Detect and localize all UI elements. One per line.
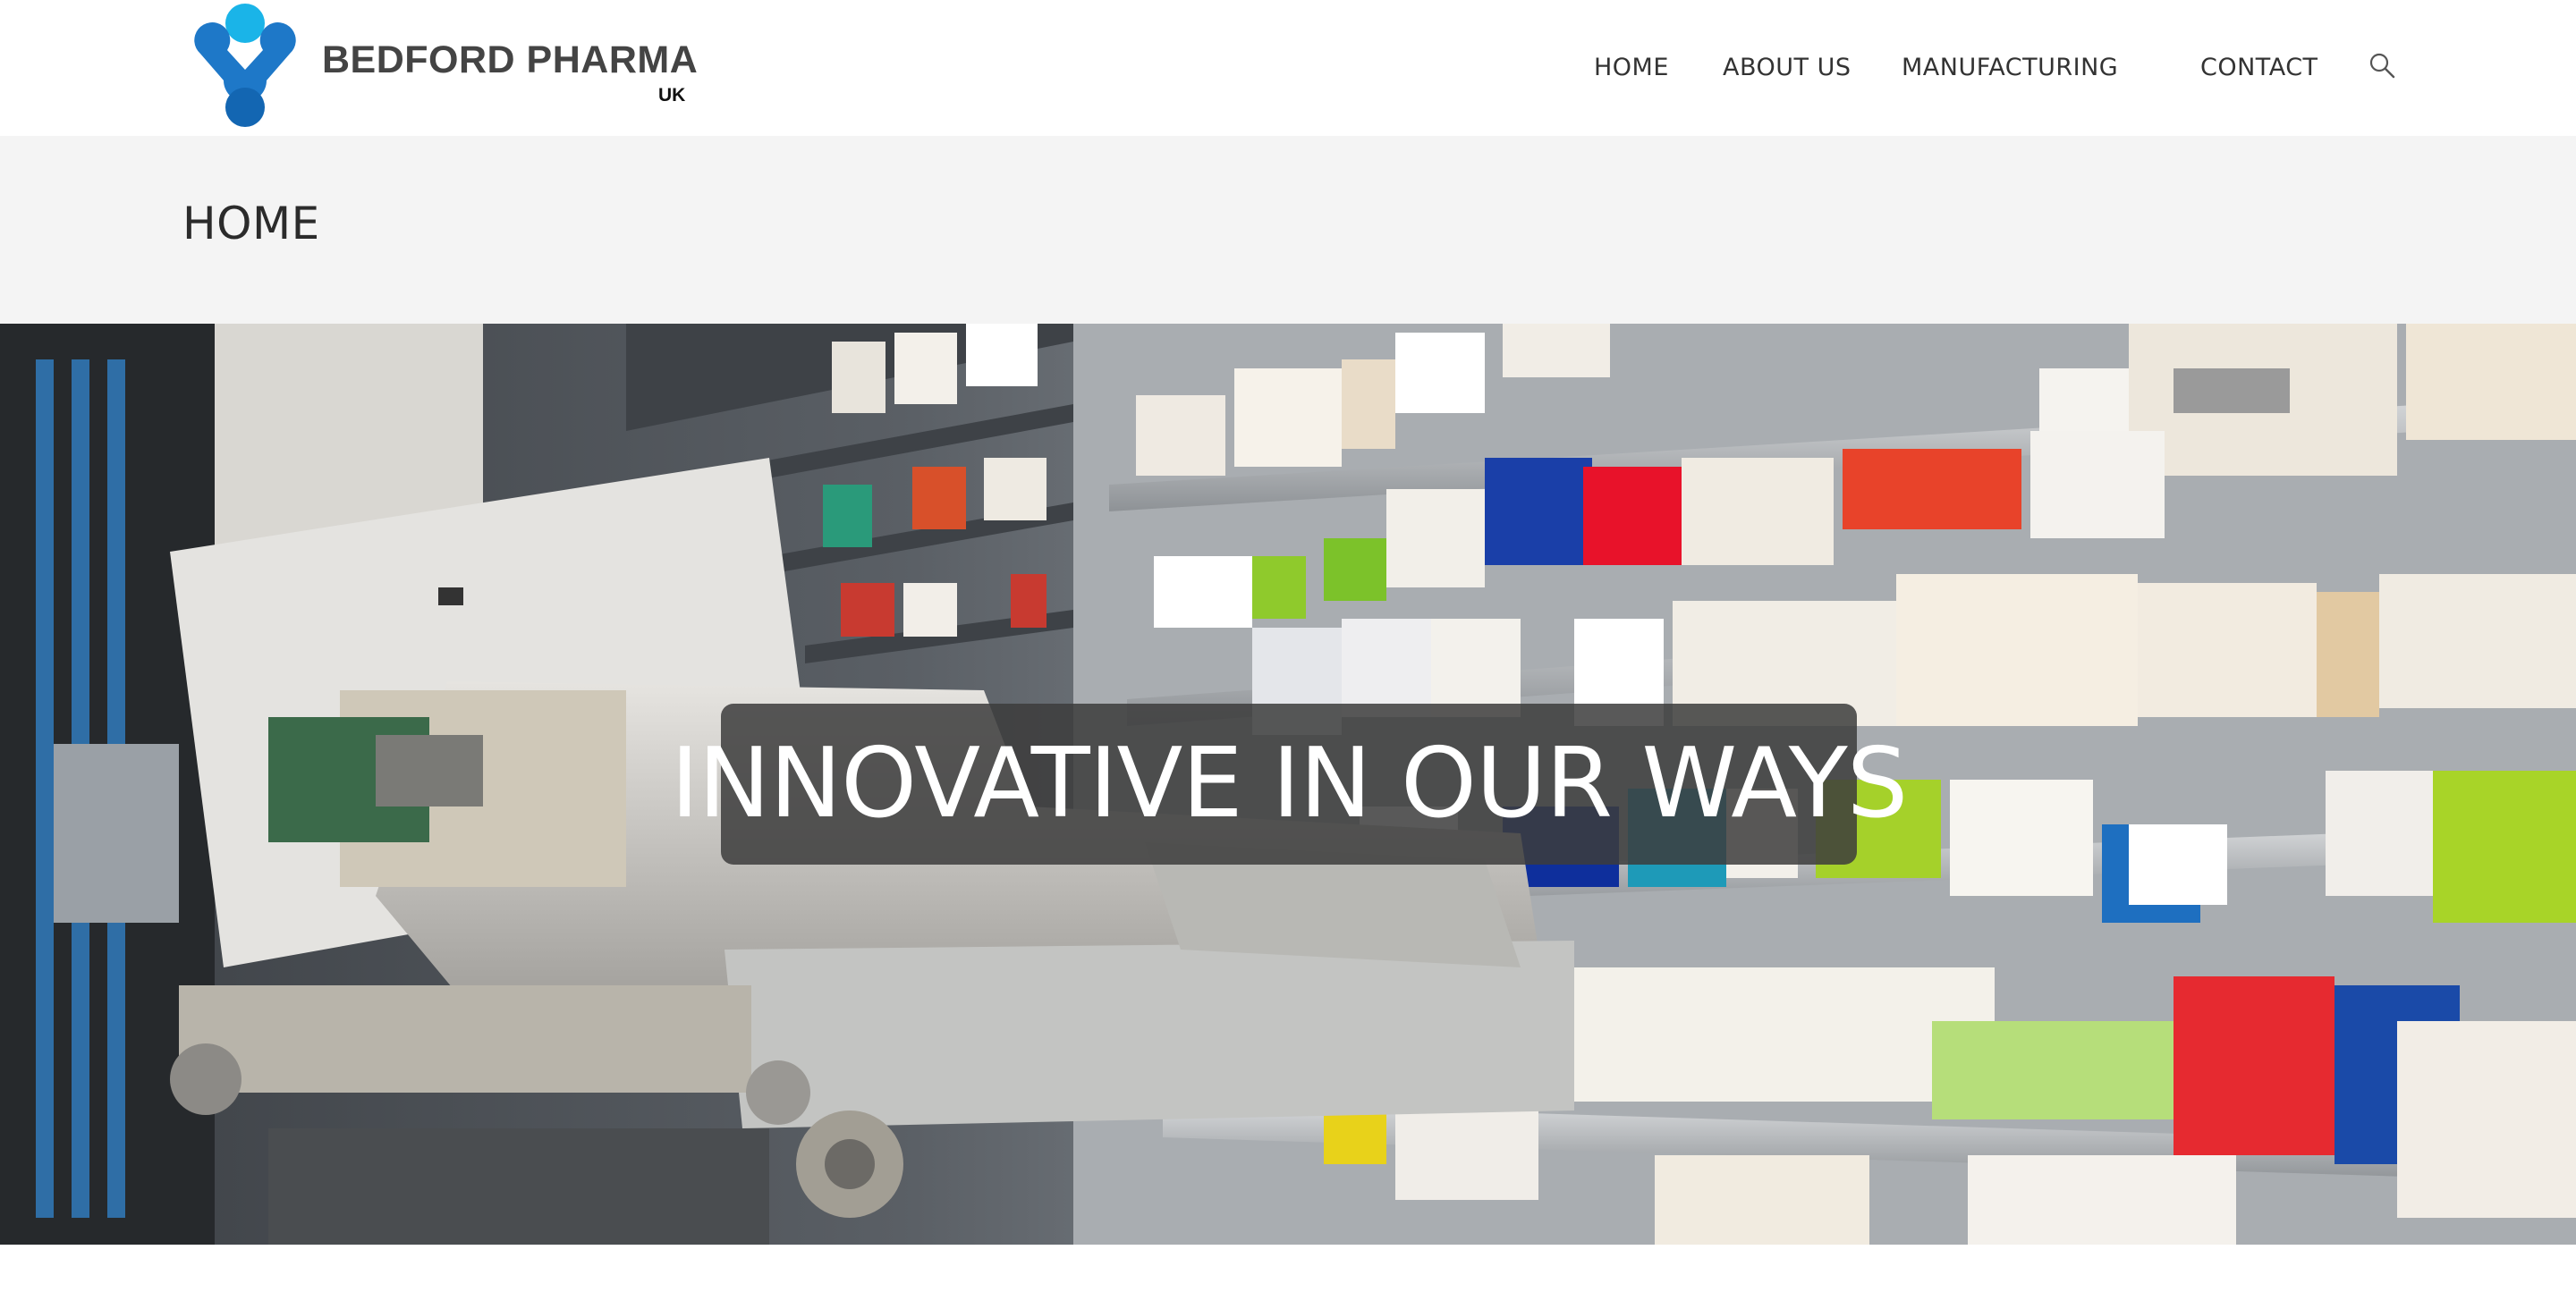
nav-contact[interactable]: CONTACT xyxy=(2200,50,2318,86)
page-title-band xyxy=(0,136,2576,324)
search-icon[interactable] xyxy=(2367,50,2397,80)
nav-manufacturing[interactable]: MANUFACTURING xyxy=(1902,50,2118,86)
hero-caption: INNOVATIVE IN OUR WAYS xyxy=(670,728,1909,840)
hero-caption-box: INNOVATIVE IN OUR WAYS xyxy=(671,704,1908,865)
nav-home[interactable]: HOME xyxy=(1594,50,1669,86)
logo-sub: UK xyxy=(658,85,686,106)
site-header: BEDFORD PHARMA UK HOME ABOUT US MANUFACT… xyxy=(0,0,2576,136)
main-nav: HOME ABOUT US MANUFACTURING CONTACT xyxy=(0,50,2576,86)
hero-banner: INNOVATIVE IN OUR WAYS xyxy=(0,324,2576,1245)
page-title: HOME xyxy=(182,198,320,249)
nav-about-us[interactable]: ABOUT US xyxy=(1723,50,1852,86)
